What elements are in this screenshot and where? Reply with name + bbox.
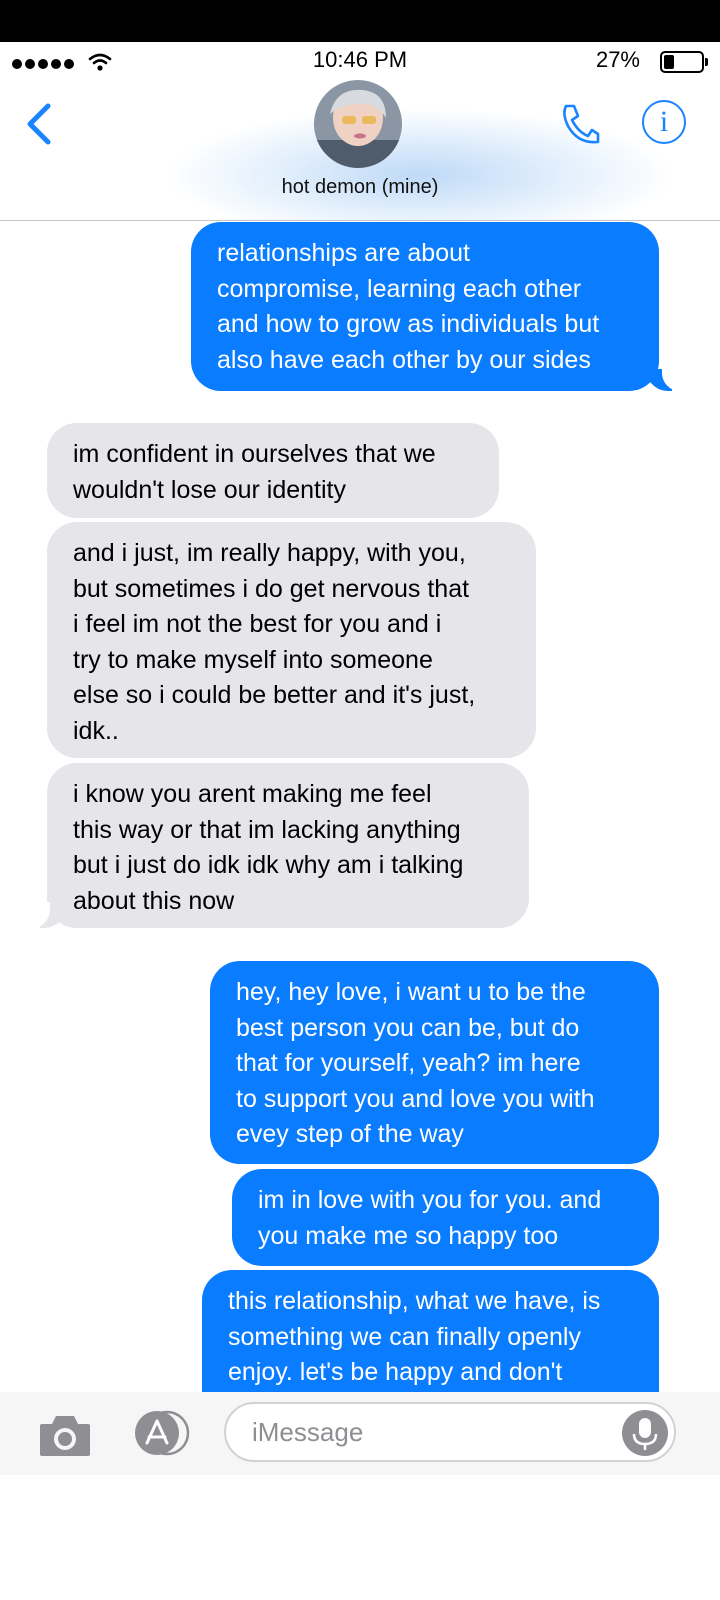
back-chevron-icon[interactable] [22,102,56,146]
battery-percent: 27% [595,47,640,72]
input-placeholder: iMessage [252,1417,364,1447]
bubble-tail [28,902,66,928]
bubble-tail [646,365,684,391]
battery-level-fill [664,55,674,69]
message-bubble-received[interactable]: and i just, im really happy, with you, b… [47,522,536,758]
message-bubble-received[interactable]: i know you arent making me feel this way… [47,763,529,928]
contact-name[interactable]: hot demon (mine) [0,176,720,199]
message-bubble-sent[interactable]: im in love with you for you. and you mak… [232,1169,659,1266]
conversation-header: hot demon (mine) i [0,80,720,221]
info-icon[interactable]: i [642,100,686,144]
message-bubble-sent[interactable]: hey, hey love, i want u to be the best p… [210,961,659,1164]
battery-icon [660,51,708,73]
status-bar: 10:46 PM 27% [0,42,720,80]
phone-icon[interactable] [560,102,600,146]
message-bubble-sent[interactable]: relationships are about compromise, lear… [191,222,659,391]
camera-icon[interactable] [38,1412,92,1458]
contact-avatar[interactable] [314,80,402,168]
app-store-icon[interactable] [130,1410,190,1456]
microphone-icon[interactable] [622,1410,668,1456]
message-bubble-received[interactable]: im confident in ourselves that we wouldn… [47,423,499,518]
top-black-bar [0,0,720,42]
message-composer: iMessage [0,1392,720,1475]
imessage-input[interactable]: iMessage [224,1402,676,1462]
